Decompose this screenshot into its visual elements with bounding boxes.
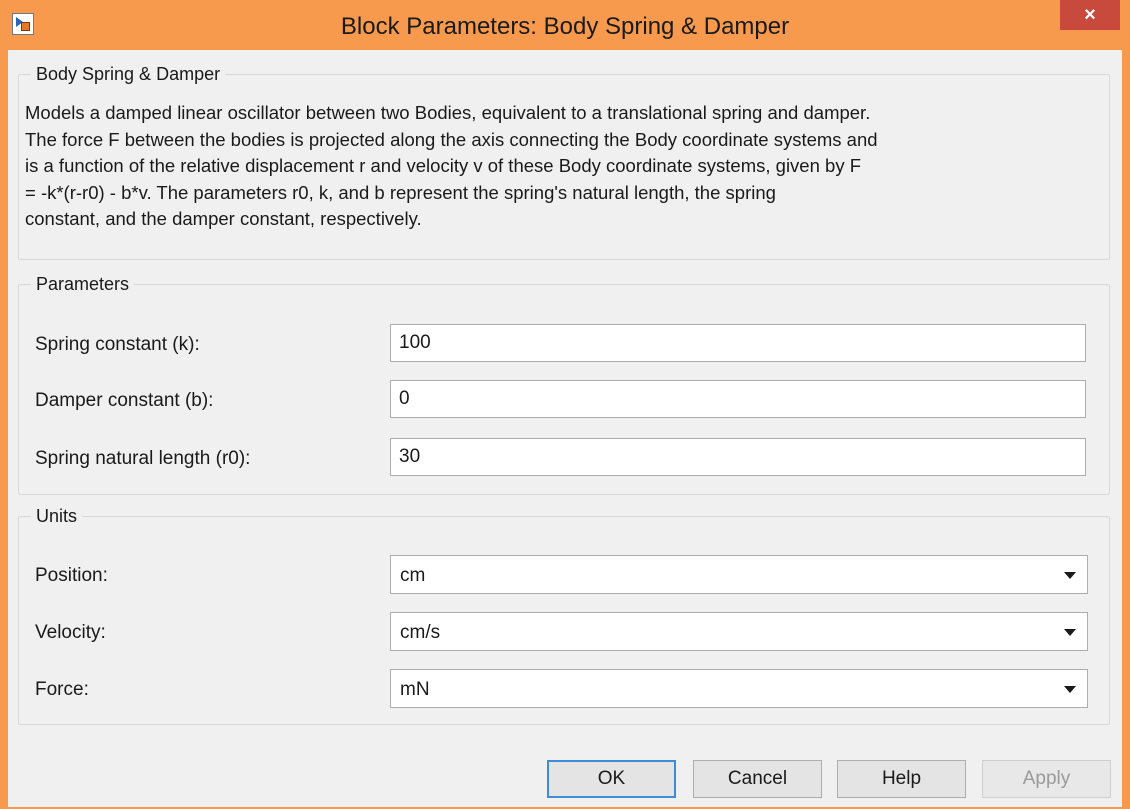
spring-natural-length-label: Spring natural length (r0): — [35, 448, 251, 469]
description-line: = -k*(r-r0) - b*v. The parameters r0, k,… — [25, 181, 776, 203]
cancel-button[interactable]: Cancel — [693, 760, 822, 798]
dialog-client-area: Body Spring & Damper Models a damped lin… — [8, 50, 1122, 807]
chevron-down-icon — [1064, 686, 1076, 693]
description-text: Models a damped linear oscillator betwee… — [25, 100, 1095, 233]
parameters-group-title: Parameters — [36, 274, 130, 294]
spring-constant-label: Spring constant (k): — [35, 334, 200, 355]
apply-button[interactable]: Apply — [982, 760, 1111, 798]
help-button[interactable]: Help — [837, 760, 966, 798]
spring-constant-input[interactable] — [390, 324, 1086, 362]
position-unit-value: cm — [400, 565, 426, 586]
force-unit-select[interactable]: mN — [390, 669, 1088, 708]
velocity-unit-label: Velocity: — [35, 622, 106, 643]
title-bar[interactable]: Block Parameters: Body Spring & Damper × — [0, 0, 1130, 50]
description-line: is a function of the relative displaceme… — [25, 155, 862, 176]
dialog-window: Block Parameters: Body Spring & Damper ×… — [0, 0, 1130, 809]
description-group-title: Body Spring & Damper — [36, 64, 221, 84]
velocity-unit-value: cm/s — [400, 622, 441, 643]
spring-natural-length-input[interactable] — [390, 438, 1086, 476]
description-line: constant, and the damper constant, respe… — [25, 208, 422, 229]
chevron-down-icon — [1064, 629, 1076, 636]
position-unit-label: Position: — [35, 565, 108, 586]
chevron-down-icon — [1064, 572, 1076, 579]
force-unit-label: Force: — [35, 679, 89, 700]
window-title: Block Parameters: Body Spring & Damper — [340, 13, 790, 40]
force-unit-value: mN — [400, 679, 430, 700]
damper-constant-label: Damper constant (b): — [35, 390, 214, 411]
description-line: The force F between the bodies is projec… — [25, 128, 878, 150]
position-unit-select[interactable]: cm — [390, 555, 1088, 594]
description-line: Models a damped linear oscillator betwee… — [25, 102, 871, 123]
close-button[interactable]: × — [1060, 0, 1120, 30]
damper-constant-input[interactable] — [390, 380, 1086, 418]
velocity-unit-select[interactable]: cm/s — [390, 612, 1088, 651]
ok-button[interactable]: OK — [547, 760, 676, 798]
units-group-title: Units — [36, 506, 78, 526]
